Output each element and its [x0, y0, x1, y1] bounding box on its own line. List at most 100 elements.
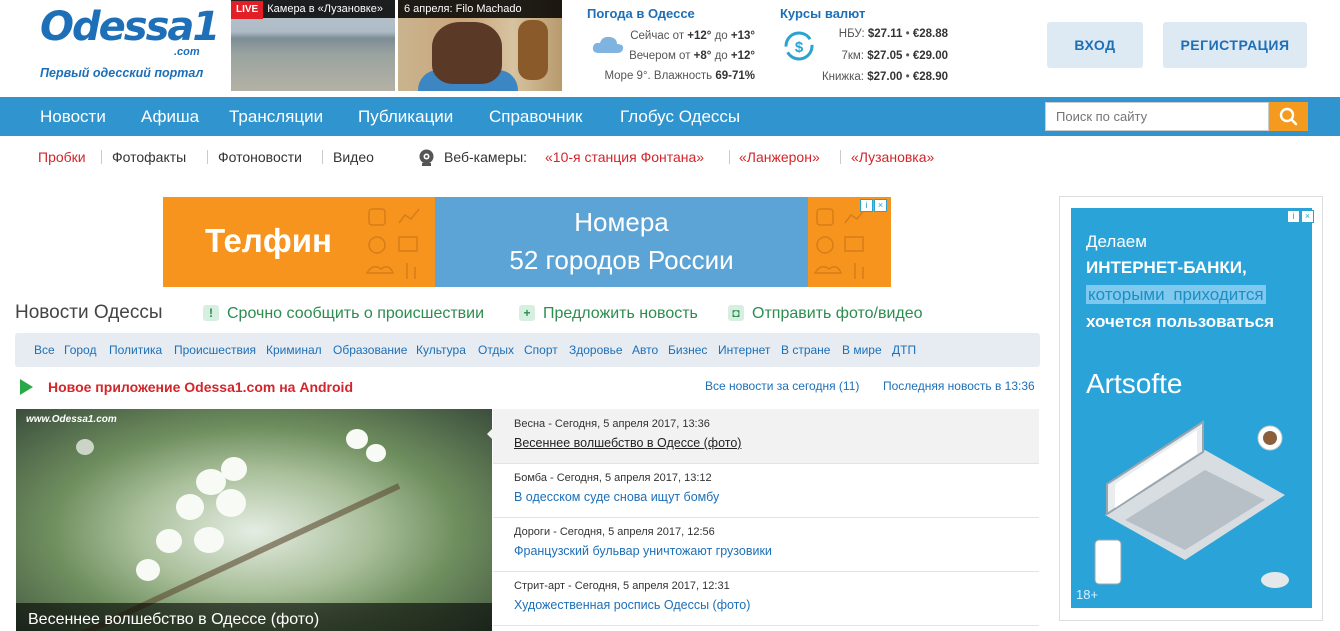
ad-decoration-icons — [365, 208, 420, 279]
webcam-link-langeron[interactable]: «Ланжерон» — [739, 147, 820, 167]
live-badge: LIVE — [231, 1, 264, 19]
login-button[interactable]: ВХОД — [1047, 22, 1143, 68]
rate-row-book: Книжка: $27.00 • €28.90 — [821, 71, 948, 83]
event-caption: 6 апреля: Filo Machado — [398, 0, 562, 18]
news-item[interactable]: Бомба - Сегодня, 5 апреля 2017, 13:12 В … — [493, 464, 1039, 518]
news-title[interactable]: Французский бульвар уничтожают грузовики — [514, 544, 772, 558]
age-rating: 18+ — [1076, 587, 1099, 602]
logo-com: .com — [174, 46, 200, 58]
subnav-video[interactable]: Видео — [333, 147, 374, 167]
weather-sea: Море 9°. Влажность 69-71% — [604, 70, 755, 82]
right-ad-banner[interactable]: Делаем ИНТЕРНЕТ-БАНКИ, которыми приходит… — [1059, 196, 1323, 621]
category-culture[interactable]: Культура — [416, 333, 466, 367]
subnav-traffic[interactable]: Пробки — [38, 147, 86, 167]
category-incidents[interactable]: Происшествия — [174, 333, 256, 367]
android-app-promo[interactable]: Новое приложение Odessa1.com на Android — [20, 378, 353, 396]
rate-row-nbu: НБУ: $27.11 • €28.88 — [838, 28, 948, 40]
ad-text-line: хочется пользоваться — [1086, 312, 1275, 331]
ad-brand: Artsofte — [1086, 368, 1183, 399]
ad-close-icon[interactable]: × — [1301, 210, 1314, 223]
register-button[interactable]: РЕГИСТРАЦИЯ — [1163, 22, 1307, 68]
news-title[interactable]: Весеннее волшебство в Одессе (фото) — [514, 436, 741, 450]
featured-caption[interactable]: Весеннее волшебство в Одессе (фото) — [16, 603, 492, 631]
category-internet[interactable]: Интернет — [718, 333, 770, 367]
event-thumbnail[interactable]: 6 апреля: Filo Machado — [398, 0, 562, 91]
news-item[interactable]: Весна - Сегодня, 5 апреля 2017, 13:36 Ве… — [493, 409, 1039, 464]
news-meta: Бомба - Сегодня, 5 апреля 2017, 13:12 — [514, 472, 712, 484]
site-logo[interactable]: Odessa1 .com Первый одесский портал — [38, 4, 220, 88]
report-incident-label: Срочно сообщить о происшествии — [227, 305, 485, 322]
active-item-pointer — [487, 427, 494, 441]
send-photo-link[interactable]: ◘ Отправить фото/видео — [728, 304, 923, 324]
logo-word: Odessa1 — [40, 4, 220, 50]
photo-guitar — [518, 20, 548, 80]
ad-message: Номера 52 городов России — [435, 197, 808, 287]
category-all[interactable]: Все — [34, 333, 55, 367]
divider — [207, 150, 208, 164]
category-city[interactable]: Город — [64, 333, 96, 367]
site-tagline: Первый одесский портал — [40, 66, 204, 80]
webcam-caption: Камера в «Лузановке» — [267, 3, 383, 15]
divider — [101, 150, 102, 164]
webcam-icon — [419, 149, 434, 166]
webcams-label: Веб-камеры: — [444, 149, 528, 165]
category-education[interactable]: Образование — [333, 333, 407, 367]
news-meta: Стрит-арт - Сегодня, 5 апреля 2017, 12:3… — [514, 580, 730, 592]
divider — [729, 150, 730, 164]
weather-title[interactable]: Погода в Одессе — [587, 6, 767, 21]
nav-item-broadcasts[interactable]: Трансляции — [229, 97, 323, 136]
ad-text-line: ИНТЕРНЕТ-БАНКИ, — [1086, 258, 1247, 277]
ad-decoration-icons — [813, 208, 866, 279]
section-title[interactable]: Новости Одессы — [15, 302, 163, 324]
divider — [840, 150, 841, 164]
search-input[interactable] — [1045, 102, 1269, 131]
category-dtp[interactable]: ДТП — [892, 333, 916, 367]
top-ad-banner[interactable]: Телфин Номера 52 городов России i × — [163, 197, 891, 287]
category-health[interactable]: Здоровье — [569, 333, 623, 367]
webcam-link-luzanovka[interactable]: «Лузановка» — [851, 147, 934, 167]
nav-item-afisha[interactable]: Афиша — [141, 97, 199, 136]
ad-close-icon[interactable]: × — [874, 199, 887, 212]
webcam-thumbnail[interactable]: LIVE Камера в «Лузановке» — [231, 0, 395, 91]
nav-item-globus[interactable]: Глобус Одессы — [620, 97, 740, 136]
all-today-link[interactable]: Все новости за сегодня (11) — [705, 379, 859, 393]
ad-line-1: Номера — [574, 207, 669, 237]
nav-item-news[interactable]: Новости — [40, 97, 106, 136]
featured-news-photo[interactable]: www.Odessa1.com Весеннее волшебство в Од… — [16, 409, 492, 631]
category-leisure[interactable]: Отдых — [478, 333, 514, 367]
category-politics[interactable]: Политика — [109, 333, 162, 367]
nav-item-directory[interactable]: Справочник — [489, 97, 583, 136]
cloud-icon — [592, 36, 624, 53]
ad-info-icon[interactable]: i — [860, 199, 873, 212]
news-meta: Весна - Сегодня, 5 апреля 2017, 13:36 — [514, 418, 710, 430]
search-icon — [1279, 107, 1298, 126]
search-button[interactable] — [1269, 102, 1308, 131]
nav-item-publications[interactable]: Публикации — [358, 97, 453, 136]
alert-icon: ! — [203, 305, 219, 321]
category-business[interactable]: Бизнес — [668, 333, 707, 367]
plus-icon: + — [519, 305, 535, 321]
last-news-time: Последняя новость в 13:36 — [883, 379, 1035, 393]
news-title[interactable]: В одесском суде снова ищут бомбу — [514, 490, 719, 504]
rates-title[interactable]: Курсы валют — [780, 6, 980, 21]
category-sport[interactable]: Спорт — [524, 333, 558, 367]
subnav-photonews[interactable]: Фотоновости — [218, 147, 302, 167]
report-incident-link[interactable]: ! Срочно сообщить о происшествии — [203, 304, 484, 324]
ad-info-icon[interactable]: i — [1287, 210, 1300, 223]
news-title[interactable]: Художественная роспись Одессы (фото) — [514, 598, 750, 612]
category-auto[interactable]: Авто — [632, 333, 658, 367]
news-item[interactable]: Стрит-арт - Сегодня, 5 апреля 2017, 12:3… — [493, 572, 1039, 626]
photo-figure-face — [432, 22, 502, 84]
webcam-link-fontan[interactable]: «10-я станция Фонтана» — [545, 147, 704, 167]
category-crime[interactable]: Криминал — [266, 333, 322, 367]
suggest-news-link[interactable]: + Предложить новость — [519, 304, 698, 324]
photo-watermark: www.Odessa1.com — [26, 414, 117, 425]
category-world[interactable]: В мире — [842, 333, 882, 367]
android-promo-label: Новое приложение Odessa1.com на Android — [48, 379, 353, 395]
webcam-caption-bar: LIVE Камера в «Лузановке» — [231, 0, 395, 19]
svg-text:$: $ — [795, 39, 804, 56]
news-item[interactable]: Дороги - Сегодня, 5 апреля 2017, 12:56 Ф… — [493, 518, 1039, 572]
send-photo-label: Отправить фото/видео — [752, 305, 923, 322]
subnav-photofacts[interactable]: Фотофакты — [112, 147, 186, 167]
category-country[interactable]: В стране — [781, 333, 830, 367]
